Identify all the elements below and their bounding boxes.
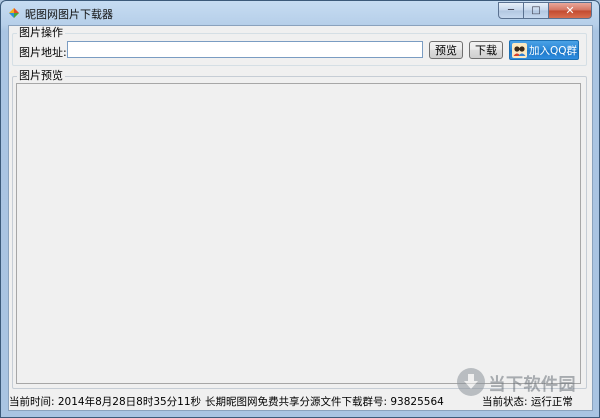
- join-qq-group-button[interactable]: 加入QQ群: [509, 40, 579, 60]
- join-qq-group-label: 加入QQ群: [529, 44, 578, 57]
- watermark-text: 当下软件园: [488, 374, 576, 395]
- title-bar[interactable]: 昵图网图片下载器 ─ □ ✕: [1, 1, 599, 25]
- app-window: 昵图网图片下载器 ─ □ ✕ 图片操作 图片地址: 预览 下载 加入QQ群 图片…: [0, 0, 600, 418]
- image-preview-area: [16, 83, 581, 384]
- image-preview-group-title: 图片预览: [17, 69, 65, 83]
- window-title: 昵图网图片下载器: [25, 8, 113, 21]
- maximize-button[interactable]: □: [524, 2, 549, 19]
- download-button[interactable]: 下载: [469, 41, 503, 59]
- watermark: 当下软件园: [456, 368, 577, 396]
- app-logo-icon: [9, 8, 19, 18]
- status-group-info: 长期昵图网免费共享分源文件下载群号: 93825564: [205, 396, 444, 408]
- image-ops-group: 图片操作 图片地址: 预览 下载 加入QQ群: [12, 26, 587, 66]
- client-area: 图片操作 图片地址: 预览 下载 加入QQ群 图片预览 当前时间: 2014年8…: [8, 25, 593, 411]
- url-input[interactable]: [67, 41, 423, 58]
- status-current-time: 当前时间: 2014年8月28日8时35分11秒: [9, 396, 202, 408]
- image-preview-group: 图片预览: [12, 69, 587, 389]
- preview-button[interactable]: 预览: [429, 41, 463, 59]
- download-arrow-icon: [456, 368, 485, 396]
- url-label: 图片地址:: [19, 46, 67, 59]
- qq-group-icon: [512, 42, 527, 58]
- image-ops-group-title: 图片操作: [17, 26, 65, 40]
- window-controls: ─ □ ✕: [498, 2, 592, 19]
- status-run-state: 当前状态: 运行正常: [482, 396, 573, 408]
- close-button[interactable]: ✕: [549, 2, 592, 19]
- minimize-button[interactable]: ─: [498, 2, 524, 19]
